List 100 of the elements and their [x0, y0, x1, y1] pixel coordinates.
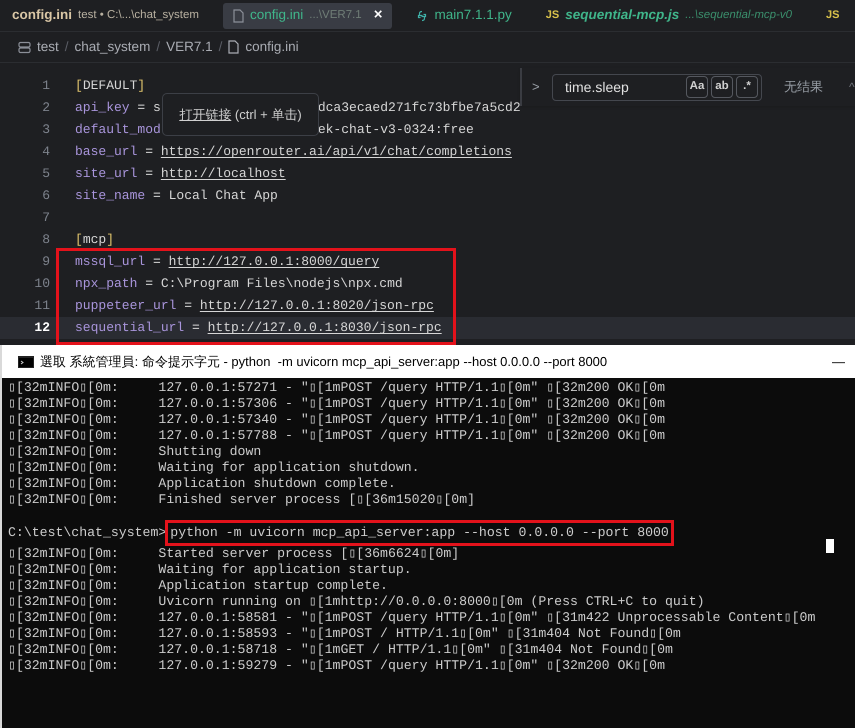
console-line: ▯[32mINFO▯[0m: 127.0.0.1:57271 - "▯[1mPOST /query HTTP/1.1▯[0m" ▯[32m200 OK▯[0m: [8, 380, 665, 396]
search-field[interactable]: time.sleep Aa ab .*: [552, 74, 762, 100]
section-bracket: ]: [106, 231, 114, 250]
config-value: = Local Chat App: [152, 187, 278, 206]
tab-path: ...\VER7.1: [309, 8, 362, 23]
line-number: 12: [33, 319, 50, 338]
config-key: sequential_url: [75, 318, 184, 338]
js-icon: JS: [546, 7, 560, 24]
tab-label: sequential-mcp.js: [565, 6, 680, 24]
config-key: puppeteer_url: [75, 296, 176, 316]
config-key: npx_path: [75, 274, 138, 294]
editor-tab[interactable]: JS sequential-mcp.js ...\sequential-mcp-v0: [536, 2, 802, 28]
console-line: ▯[32mINFO▯[0m: Uvicorn running on ▯[1mhttp://0.0.0.0:8000▯[0m (Press CTRL+C to quit): [8, 594, 705, 610]
config-value: ek-chat-v3-0324:free: [318, 121, 474, 140]
config-value: =: [144, 165, 154, 184]
line-number: 7: [41, 209, 50, 228]
url-link[interactable]: http://127.0.0.1:8000/query: [168, 252, 380, 272]
breadcrumb-separator: /: [218, 38, 222, 56]
console-line: ▯[32mINFO▯[0m: 127.0.0.1:58593 - "▯[1mPOST / HTTP/1.1▯[0m" ▯[31m404 Not Found▯[0m: [8, 626, 681, 642]
stack-icon: [18, 40, 31, 54]
minimize-button[interactable]: —: [832, 352, 845, 372]
config-key: default_mod: [75, 120, 161, 140]
section-bracket: ]: [137, 77, 146, 96]
close-icon[interactable]: ×: [374, 4, 382, 27]
line-number: 6: [41, 187, 50, 206]
python-icon: [416, 10, 428, 22]
expand-toggle[interactable]: >: [532, 77, 544, 97]
console-line: ▯[32mINFO▯[0m: Waiting for application shutdown.: [8, 460, 420, 476]
line-number: 10: [33, 275, 50, 294]
config-value: DEFAULT: [82, 77, 138, 96]
search-result: 无结果: [784, 78, 823, 96]
editor-tab[interactable]: JS: [816, 2, 850, 28]
window-title: 選取 系統管理員: 命令提示字元 - python -m uvicorn mcp_api_server:app --host 0.0.0.0 --port 8000: [40, 352, 608, 371]
previous-match-button[interactable]: ^: [849, 78, 855, 96]
config-key: base_url: [75, 142, 138, 162]
breadcrumb-item[interactable]: test: [37, 36, 59, 58]
breadcrumb-separator: /: [156, 38, 160, 56]
console-line: ▯[32mINFO▯[0m: 127.0.0.1:57340 - "▯[1mPOST /query HTTP/1.1▯[0m" ▯[32m200 OK▯[0m: [8, 412, 665, 428]
tab-label: main7.1.1.py: [434, 6, 512, 24]
url-link[interactable]: http://127.0.0.1:8030/json-rpc: [208, 318, 442, 338]
url-link[interactable]: http://127.0.0.1:8020/json-rpc: [200, 296, 434, 316]
config-value: =: [191, 319, 201, 338]
section-bracket: [: [75, 77, 83, 96]
line-number: 8: [41, 231, 50, 250]
console-line: ▯[32mINFO▯[0m: Shutting down: [8, 444, 262, 460]
config-key: site_name: [75, 186, 146, 206]
config-key: site_url: [75, 164, 138, 184]
file-icon: [228, 40, 240, 54]
tooltip-text: 打开链接 (ctrl + 单击): [179, 106, 302, 124]
url-link[interactable]: https://openrouter.ai/api/v1/chat/completions: [160, 142, 512, 162]
line-number: 3: [41, 121, 50, 140]
line-number: 4: [41, 143, 50, 162]
tab-path: test • C:\...\chat_system: [78, 8, 199, 23]
console-line: ▯[32mINFO▯[0m: Finished server process [▯[36m15020▯[0m]: [8, 492, 476, 508]
config-value: =: [183, 297, 194, 316]
tab-label: config.ini: [12, 6, 72, 24]
line-number: 11: [33, 297, 50, 316]
terminal-icon: [18, 356, 34, 368]
console-command: python -m uvicorn mcp_api_server:app --host 0.0.0.0 --port 8000: [170, 525, 669, 541]
js-icon: JS: [826, 7, 840, 24]
search-option-toggle[interactable]: ab: [711, 76, 733, 98]
search-option-toggle[interactable]: Aa: [686, 76, 708, 98]
console-line: ▯[32mINFO▯[0m: Application shutdown complete.: [8, 476, 396, 492]
config-value: =: [152, 253, 162, 272]
breadcrumb-item[interactable]: config.ini: [245, 36, 299, 58]
line-number: 9: [41, 253, 50, 272]
console-line: ▯[32mINFO▯[0m: Started server process [▯[36m6624▯[0m]: [8, 546, 460, 562]
console-prompt: C:\test\chat_system>: [8, 525, 166, 541]
tab-path: ...\sequential-mcp-v0: [685, 8, 792, 23]
config-value: = C:\Program Files\nodejs\npx.cmd: [144, 275, 403, 294]
line-number: 1: [41, 77, 50, 96]
line-number: 5: [41, 165, 50, 184]
config-value: mcp: [82, 231, 106, 250]
breadcrumb-item[interactable]: chat_system: [74, 36, 150, 58]
console-line: ▯[32mINFO▯[0m: 127.0.0.1:57788 - "▯[1mPOST /query HTTP/1.1▯[0m" ▯[32m200 OK▯[0m: [8, 428, 665, 444]
search-value: time.sleep: [565, 78, 630, 97]
console-line: ▯[32mINFO▯[0m: 127.0.0.1:57306 - "▯[1mPOST /query HTTP/1.1▯[0m" ▯[32m200 OK▯[0m: [8, 396, 665, 412]
tab-label: config.ini: [250, 6, 304, 24]
console-line: ▯[32mINFO▯[0m: Application startup complete.: [8, 578, 388, 594]
file-icon: [232, 8, 244, 22]
console-line: ▯[32mINFO▯[0m: 127.0.0.1:58718 - "▯[1mGET / HTTP/1.1▯[0m" ▯[31m404 Not Found▯[0m: [8, 642, 673, 658]
search-option-toggle[interactable]: .*: [736, 76, 758, 98]
open-link[interactable]: 打开链接: [179, 106, 232, 122]
breadcrumb-separator: /: [64, 38, 69, 56]
config-value: = s: [136, 99, 161, 118]
console-line: ▯[32mINFO▯[0m: Waiting for application startup.: [8, 562, 412, 578]
editor-tab[interactable]: main7.1.1.py: [406, 2, 522, 28]
text-cursor: [826, 539, 834, 553]
section-bracket: [: [75, 231, 83, 250]
breadcrumb-item[interactable]: VER7.1: [166, 36, 213, 58]
config-key: api_key: [75, 98, 130, 118]
config-key: mssql_url: [75, 252, 146, 272]
url-link[interactable]: http://localhost: [160, 164, 286, 184]
editor-tab[interactable]: config.ini ...\VER7.1 ×: [222, 2, 392, 28]
config-value: =: [144, 143, 154, 162]
console-line: ▯[32mINFO▯[0m: 127.0.0.1:58581 - "▯[1mPOST /query HTTP/1.1▯[0m" ▯[31m422 Unprocessable Content▯[0m: [8, 610, 816, 626]
console-line: ▯[32mINFO▯[0m: 127.0.0.1:59279 - "▯[1mPOST /query HTTP/1.1▯[0m" ▯[32m200 OK▯[0m: [8, 658, 665, 674]
editor-tab[interactable]: config.ini test • C:\...\chat_system: [2, 2, 209, 28]
line-number: 2: [41, 99, 50, 118]
config-value: dca3ecaed271fc73bfbe7a5cd2: [318, 99, 521, 118]
